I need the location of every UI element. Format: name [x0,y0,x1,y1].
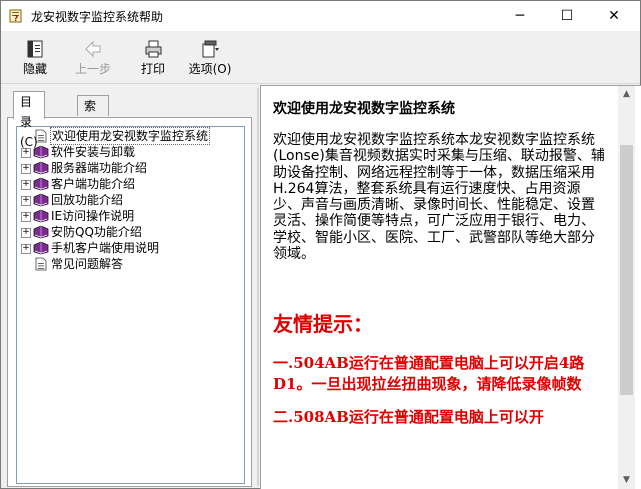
toolbar: 隐藏 上一步 打印 选项(O) [1,31,640,84]
scroll-down-arrow-icon[interactable]: ▼ [618,472,635,489]
book-icon [33,241,49,255]
tree-item[interactable]: + 回放功能介绍 [19,192,241,208]
topic-heading: 欢迎使用龙安视数字监控系统 [273,101,455,117]
tree-item-label: 欢迎使用龙安视数字监控系统 [50,127,211,145]
topic-pane: 欢迎使用龙安视数字监控系统 欢迎使用龙安视数字监控系统本龙安视数字监控系统(Lo… [260,85,641,489]
tree-item-label: 软件安装与卸载 [51,145,136,159]
tree-item[interactable]: + 服务器端功能介绍 [19,160,241,176]
help-app-icon: ? [9,9,22,23]
tip-item: 一.504AB运行在普通配置电脑上可以开启4路D1。一旦出现拉丝扭曲现象，请降低… [273,354,585,394]
scroll-up-arrow-icon[interactable]: ▲ [618,86,635,103]
tree-item[interactable]: + 安防QQ功能介绍 [19,224,241,240]
tree-item[interactable]: + IE访问操作说明 [19,208,241,224]
tree-item[interactable]: + 软件安装与卸载 [19,144,241,160]
hide-label: 隐藏 [22,62,47,76]
help-window: ? 龙安视数字监控系统帮助 ─ ☐ ✕ 隐藏 上一步 打印 选项(O) 目录(C… [0,0,641,489]
tree-item-label: IE访问操作说明 [51,209,135,223]
print-button[interactable]: 打印 [131,39,175,79]
tip-title: 友情提示： [273,312,373,337]
tree-item[interactable]: + 客户端功能介绍 [19,176,241,192]
expand-plus-icon[interactable]: + [21,164,31,174]
tree-item-label: 安防QQ功能介绍 [51,225,142,239]
back-button[interactable]: 上一步 [71,39,115,79]
tree-item[interactable]: 常见问题解答 [19,256,241,272]
tree-item[interactable]: + 手机客户端使用说明 [19,240,241,256]
tree-item-label: 手机客户端使用说明 [51,241,160,255]
expand-plus-icon[interactable]: + [21,244,31,254]
page-icon [35,257,47,271]
tip-item: 二.508AB运行在普通配置电脑上可以开 [273,408,544,427]
maximize-button[interactable]: ☐ [544,1,590,31]
book-icon [33,193,49,207]
book-icon [33,209,49,223]
tree-item-label: 回放功能介绍 [51,193,124,207]
expand-plus-icon[interactable]: + [21,228,31,238]
window-title: 龙安视数字监控系统帮助 [31,10,164,24]
contents-panel: 欢迎使用龙安视数字监控系统 + 软件安装与卸载 + 服务器端功能介绍 + 客户端功能介绍 + 回… [7,117,252,487]
back-label: 上一步 [74,62,111,76]
tree-item-label: 客户端功能介绍 [51,177,136,191]
book-icon [33,225,49,239]
tab-contents[interactable]: 目录(C) [13,91,45,149]
hide-pane-icon [27,40,43,58]
scroll-thumb[interactable] [620,145,633,395]
expand-plus-icon[interactable]: + [21,212,31,222]
expand-plus-icon[interactable]: + [21,180,31,190]
tab-index[interactable]: 索引(N) [77,95,110,153]
navigation-pane: 目录(C) 索引(N) 欢迎使用龙安视数字监控系统+软件安装与卸载+服务器端功能… [7,88,252,487]
back-arrow-icon [85,40,101,58]
close-button[interactable]: ✕ [591,1,637,31]
options-label: 选项(O) [188,62,232,76]
expand-plus-icon[interactable]: + [21,196,31,206]
book-icon [33,161,49,175]
tree-item-label: 常见问题解答 [51,257,124,271]
options-button[interactable]: 选项(O) [188,39,232,79]
minimize-button[interactable]: ─ [497,1,543,31]
topic-body: 欢迎使用龙安视数字监控系统本龙安视数字监控系统(Lonse)集音视频数据实时采集… [273,132,605,263]
topic-content: 欢迎使用龙安视数字监控系统 欢迎使用龙安视数字监控系统本龙安视数字监控系统(Lo… [273,98,608,488]
tree-item-label: 服务器端功能介绍 [51,161,148,175]
title-bar[interactable]: ? 龙安视数字监控系统帮助 ─ ☐ ✕ [1,1,640,31]
printer-icon [145,40,162,58]
book-icon [33,177,49,191]
options-icon [202,40,219,58]
print-label: 打印 [140,62,165,76]
svg-text:?: ? [14,14,19,23]
contents-tree[interactable]: 欢迎使用龙安视数字监控系统 + 软件安装与卸载 + 服务器端功能介绍 + 客户端功能介绍 + 回… [16,126,245,484]
tree-item[interactable]: 欢迎使用龙安视数字监控系统 [19,127,241,145]
hide-button[interactable]: 隐藏 [13,39,57,79]
pane-splitter[interactable] [257,88,259,486]
vertical-scrollbar[interactable]: ▲ ▼ [618,86,635,489]
